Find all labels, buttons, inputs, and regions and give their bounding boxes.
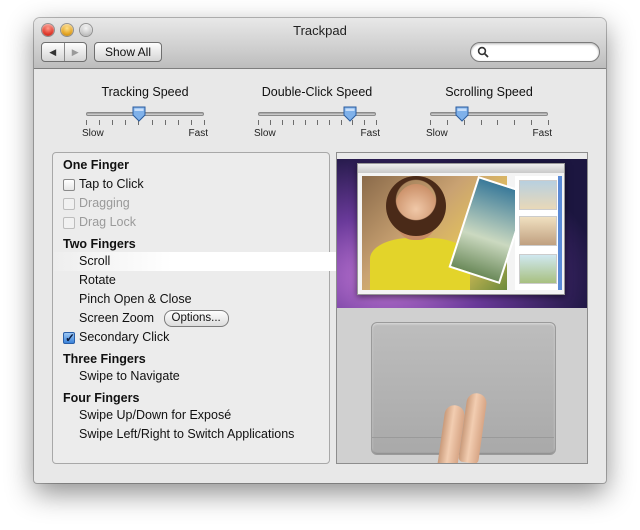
slider-tick bbox=[204, 120, 205, 125]
forward-button[interactable]: ▶ bbox=[65, 43, 87, 61]
slider-tick bbox=[269, 120, 271, 125]
navigation-buttons: ◀ ▶ bbox=[41, 42, 87, 62]
back-arrow-icon: ◀ bbox=[49, 46, 57, 57]
secondary-click-label: Secondary Click bbox=[79, 330, 170, 344]
slider-tick bbox=[364, 120, 366, 125]
slider-tick bbox=[317, 120, 318, 125]
slider-tick bbox=[112, 120, 114, 125]
tap-to-click-option[interactable]: Tap to Click bbox=[63, 175, 339, 194]
slider-tick bbox=[497, 120, 499, 125]
swipe-leftright-gesture-item[interactable]: Swipe Left/Right to Switch Applications bbox=[79, 425, 355, 444]
preview-thumbnail bbox=[519, 180, 557, 210]
slider-tick bbox=[514, 120, 516, 125]
slider-tick bbox=[531, 120, 533, 125]
secondary-click-checkbox[interactable] bbox=[63, 329, 75, 348]
slider-tick bbox=[446, 120, 448, 125]
slider-tick bbox=[99, 120, 101, 125]
slider-tick bbox=[376, 120, 377, 125]
slider-tick bbox=[430, 120, 431, 125]
forward-arrow-icon: ▶ bbox=[71, 46, 79, 57]
screen-zoom-label: Screen Zoom bbox=[79, 311, 155, 325]
preview-menubar bbox=[337, 153, 587, 159]
slider-label: Scrolling Speed bbox=[445, 85, 533, 99]
dragging-label: Dragging bbox=[79, 196, 130, 210]
preview-app-titlebar bbox=[358, 164, 564, 173]
drag-lock-option: Drag Lock bbox=[63, 213, 339, 232]
drag-lock-label: Drag Lock bbox=[79, 215, 136, 229]
screen-zoom-options-button[interactable]: Options... bbox=[163, 310, 229, 328]
preview-thumbnail bbox=[519, 254, 557, 284]
screen-zoom-gesture-item[interactable]: Screen Zoom Options... bbox=[79, 309, 355, 328]
slider-tick bbox=[305, 120, 307, 125]
search-input[interactable] bbox=[493, 44, 597, 61]
gesture-list: One Finger Tap to Click Dragging Drag Lo… bbox=[52, 152, 349, 464]
slider-tick bbox=[151, 120, 153, 125]
preview-scrollbar bbox=[558, 176, 562, 290]
trackpad-window: Trackpad ◀ ▶ Show All Tracking Speed Slo… bbox=[34, 18, 606, 483]
window-title: Trackpad bbox=[293, 23, 347, 38]
slider-knob[interactable] bbox=[455, 106, 469, 122]
show-all-button[interactable]: Show All bbox=[94, 42, 162, 62]
scroll-gesture-item[interactable]: Scroll bbox=[79, 252, 355, 271]
slider-track[interactable] bbox=[258, 112, 376, 116]
slider-ticks bbox=[258, 120, 377, 126]
preview-thumbnail bbox=[519, 216, 557, 246]
slider-knob[interactable] bbox=[343, 106, 357, 122]
slider-tick bbox=[281, 120, 283, 125]
slider-tick bbox=[86, 120, 87, 125]
slider-tick bbox=[190, 120, 192, 125]
slider-min-label: Slow bbox=[254, 128, 276, 139]
slider-max-label: Fast bbox=[532, 128, 552, 139]
slider-track[interactable] bbox=[430, 112, 548, 116]
preview-thumbnails bbox=[515, 176, 559, 290]
slider-label: Tracking Speed bbox=[101, 85, 189, 99]
preview-photo-hair bbox=[386, 176, 446, 236]
slider-tick bbox=[164, 120, 166, 125]
gesture-preview bbox=[336, 152, 588, 464]
slider-ticks bbox=[430, 120, 549, 126]
title-bar: Trackpad ◀ ▶ Show All bbox=[34, 18, 606, 69]
dragging-checkbox bbox=[63, 197, 75, 210]
secondary-click-option[interactable]: Secondary Click bbox=[63, 328, 339, 348]
double-click-speed-slider[interactable]: Double-Click Speed Slow Fast bbox=[254, 84, 380, 144]
tap-to-click-checkbox[interactable] bbox=[63, 178, 75, 191]
slider-label: Double-Click Speed bbox=[261, 85, 373, 99]
search-icon bbox=[477, 46, 489, 58]
search-field[interactable] bbox=[470, 42, 600, 62]
slider-tick bbox=[125, 120, 127, 125]
dragging-option: Dragging bbox=[63, 194, 339, 213]
slider-tick bbox=[177, 120, 179, 125]
rotate-gesture-item[interactable]: Rotate bbox=[79, 271, 355, 290]
slider-tick bbox=[480, 120, 482, 125]
pinch-gesture-item[interactable]: Pinch Open & Close bbox=[79, 290, 355, 309]
drag-lock-checkbox bbox=[63, 216, 75, 229]
slider-min-label: Slow bbox=[82, 128, 104, 139]
slider-max-label: Fast bbox=[360, 128, 380, 139]
slider-tick bbox=[258, 120, 259, 125]
preview-screen-image bbox=[337, 153, 587, 308]
one-finger-header: One Finger bbox=[63, 158, 129, 172]
slider-tick bbox=[328, 120, 330, 125]
tracking-speed-slider[interactable]: Tracking Speed Slow Fast bbox=[82, 84, 208, 144]
preview-app-window bbox=[357, 163, 565, 295]
slider-tick bbox=[548, 120, 549, 125]
slider-tick bbox=[293, 120, 295, 125]
slider-knob[interactable] bbox=[132, 106, 146, 122]
slider-min-label: Slow bbox=[426, 128, 448, 139]
swipe-navigate-gesture-item[interactable]: Swipe to Navigate bbox=[79, 367, 355, 386]
slider-max-label: Fast bbox=[188, 128, 208, 139]
slider-tick bbox=[340, 120, 342, 125]
swipe-updown-gesture-item[interactable]: Swipe Up/Down for Exposé bbox=[79, 406, 355, 425]
tap-to-click-label: Tap to Click bbox=[79, 177, 144, 191]
scrolling-speed-slider[interactable]: Scrolling Speed Slow Fast bbox=[426, 84, 552, 144]
back-button[interactable]: ◀ bbox=[42, 43, 65, 61]
